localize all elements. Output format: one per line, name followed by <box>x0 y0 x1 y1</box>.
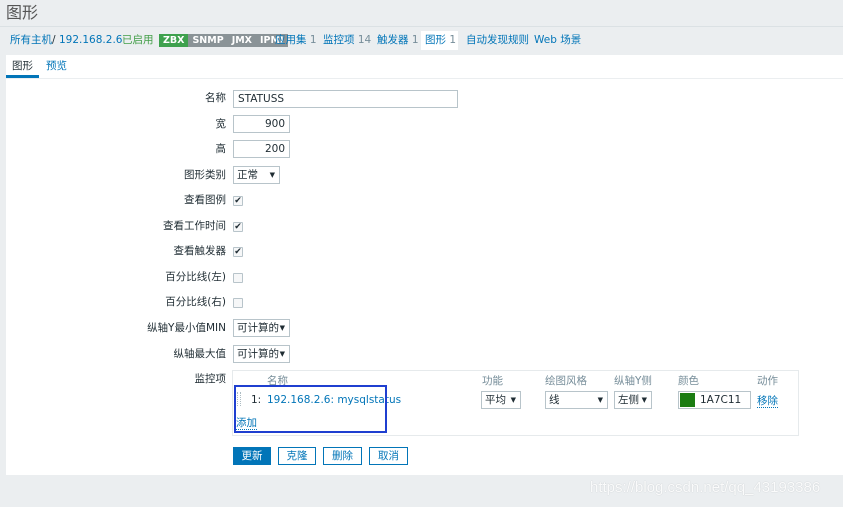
breadcrumb-all-hosts[interactable]: 所有主机 <box>10 34 52 47</box>
percentile-left-checkbox[interactable] <box>233 273 243 283</box>
header-divider <box>0 26 843 27</box>
breadcrumb-separator: / <box>52 34 56 46</box>
percentile-right-checkbox[interactable] <box>233 298 243 308</box>
height-label: 高 <box>215 143 227 155</box>
item-draw-style-value: 线 <box>549 394 560 406</box>
item-function-select[interactable]: 平均 ▼ <box>481 391 521 409</box>
page-title: 图形 <box>6 3 39 22</box>
item-y-axis-side-select[interactable]: 左侧 ▼ <box>614 391 652 409</box>
show-triggers-label: 查看触发器 <box>173 245 227 257</box>
height-input[interactable]: 200 <box>233 140 290 158</box>
badge-jmx: JMX <box>227 34 257 47</box>
ymax-value: 可计算的 <box>237 348 279 360</box>
ymin-value: 可计算的 <box>237 322 279 334</box>
nav-applications[interactable]: 应用集 1 <box>275 34 317 47</box>
graph-type-value: 正常 <box>237 169 258 181</box>
chevron-down-icon: ▼ <box>269 171 275 179</box>
name-label: 名称 <box>205 92 226 104</box>
update-button[interactable]: 更新 <box>233 447 271 465</box>
clone-button[interactable]: 克隆 <box>278 447 316 465</box>
tab-graph[interactable]: 图形 <box>12 60 33 73</box>
delete-button[interactable]: 删除 <box>323 447 362 465</box>
show-legend-label: 查看图例 <box>184 194 226 206</box>
items-label: 监控项 <box>194 373 227 385</box>
nav-items[interactable]: 监控项 14 <box>323 34 371 47</box>
nav-graphs-count: 1 <box>449 34 457 46</box>
chevron-down-icon: ▼ <box>279 350 285 358</box>
graph-type-select[interactable]: 正常 ▼ <box>233 166 280 184</box>
graph-type-label: 图形类别 <box>184 169 226 181</box>
nav-graphs-label: 图形 <box>425 34 446 46</box>
percentile-right-label: 百分比线(右) <box>165 296 226 308</box>
nav-triggers[interactable]: 触发器 1 <box>377 34 419 47</box>
show-working-time-label: 查看工作时间 <box>163 220 226 232</box>
col-header-function: 功能 <box>482 375 503 387</box>
ymax-label: 纵轴最大值 <box>173 348 227 360</box>
nav-triggers-label: 触发器 <box>377 34 409 46</box>
chevron-down-icon: ▼ <box>641 396 647 404</box>
annotation-highlight-box <box>234 385 387 433</box>
nav-items-label: 监控项 <box>323 34 355 46</box>
ymin-select[interactable]: 可计算的 ▼ <box>233 319 290 337</box>
col-header-y-axis-side: 纵轴Y侧 <box>614 375 652 387</box>
nav-web-scenarios[interactable]: Web 场景 <box>534 34 581 47</box>
tab-preview[interactable]: 预览 <box>46 60 67 73</box>
badge-zbx: ZBX <box>159 34 189 47</box>
badge-snmp: SNMP <box>188 34 228 47</box>
active-tab-indicator <box>6 75 39 78</box>
item-remove-link[interactable]: 移除 <box>757 395 778 408</box>
item-draw-style-select[interactable]: 线 ▼ <box>545 391 608 409</box>
item-y-axis-side-value: 左侧 <box>618 394 639 406</box>
nav-applications-label: 应用集 <box>275 34 307 46</box>
percentile-left-label: 百分比线(左) <box>165 271 226 283</box>
chevron-down-icon: ▼ <box>279 324 285 332</box>
ymin-label: 纵轴Y最小值MIN <box>147 322 226 334</box>
breadcrumb-host[interactable]: 192.168.2.6 <box>59 34 122 47</box>
availability-badges: ZBX SNMP JMX IPMI <box>159 34 288 47</box>
tab-strip-divider <box>6 78 843 79</box>
chevron-down-icon: ▼ <box>597 396 603 404</box>
show-triggers-checkbox[interactable] <box>233 247 243 257</box>
col-header-color: 颜色 <box>678 375 699 387</box>
width-label: 宽 <box>215 118 227 130</box>
name-input[interactable]: STATUSS <box>233 90 458 108</box>
nav-discovery-rules[interactable]: 自动发现规则 <box>466 34 529 47</box>
width-input[interactable]: 900 <box>233 115 290 133</box>
nav-graphs[interactable]: 图形 1 <box>425 34 456 47</box>
nav-triggers-count: 1 <box>411 34 419 46</box>
cancel-button[interactable]: 取消 <box>369 447 408 465</box>
col-header-action: 动作 <box>757 375 778 387</box>
item-function-value: 平均 <box>485 394 506 406</box>
show-working-time-checkbox[interactable] <box>233 222 243 232</box>
show-legend-checkbox[interactable] <box>233 196 243 206</box>
host-status-enabled[interactable]: 已启用 <box>122 34 154 47</box>
chevron-down-icon: ▼ <box>510 396 516 404</box>
color-swatch[interactable] <box>680 393 695 407</box>
watermark: https://blog.csdn.net/qq_43193386 <box>590 479 821 496</box>
ymax-select[interactable]: 可计算的 ▼ <box>233 345 290 363</box>
col-header-draw-style: 绘图风格 <box>545 375 587 387</box>
nav-applications-count: 1 <box>309 34 317 46</box>
nav-items-count: 14 <box>357 34 372 46</box>
